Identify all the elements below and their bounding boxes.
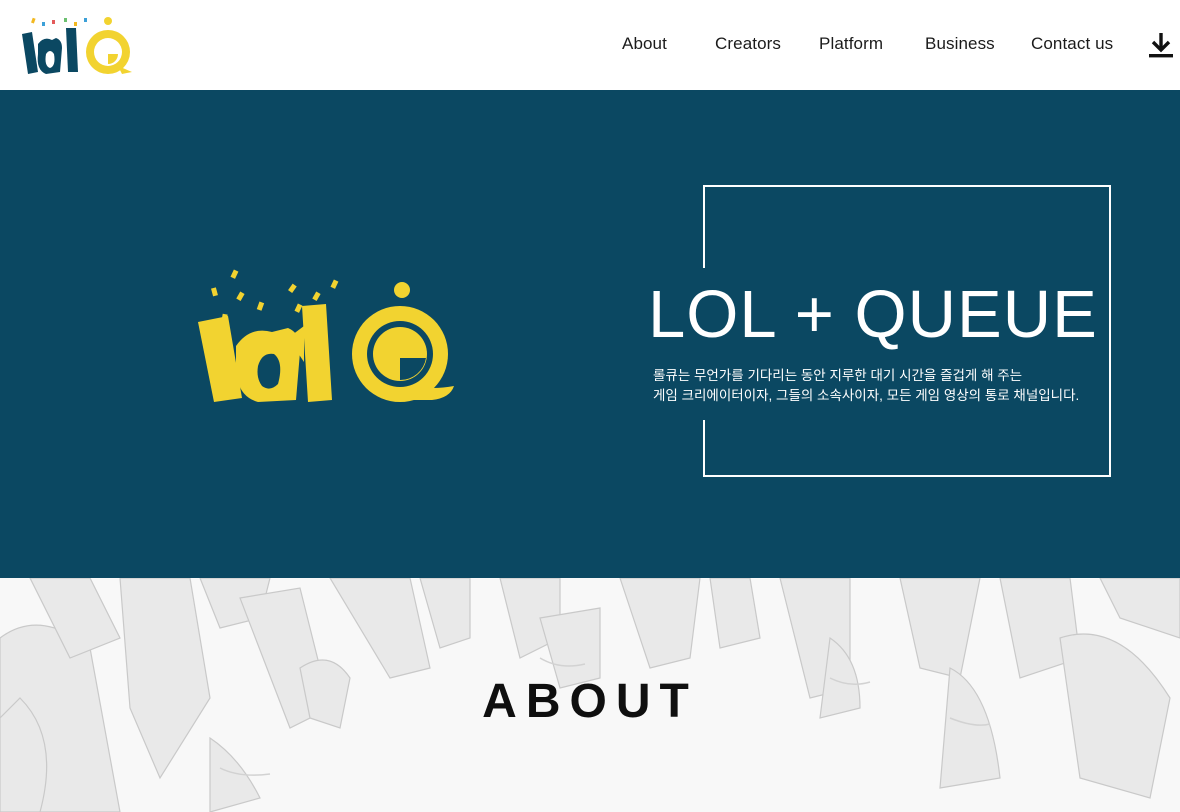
nav-item-platform[interactable]: Platform	[819, 34, 883, 54]
hero-section: LOL + QUEUE 롤큐는 무언가를 기다리는 동안 지루한 대기 시간을 …	[0, 90, 1180, 578]
hero-description-line: 게임 크리에이터이자, 그들의 소속사이자, 모든 게임 영상의 통로 채널입니…	[653, 388, 1080, 403]
download-icon[interactable]	[1148, 31, 1174, 59]
nav-item-contact-us[interactable]: Contact us	[1031, 34, 1113, 54]
about-section: ABOUT	[0, 578, 1180, 812]
hero-title: LOL + QUEUE	[648, 277, 1098, 352]
nav-item-about[interactable]: About	[622, 34, 667, 54]
main-nav: About Creators Platform Business Contact…	[0, 0, 1180, 90]
site-header: About Creators Platform Business Contact…	[0, 0, 1180, 90]
about-title: ABOUT	[482, 675, 698, 728]
hero-description: 롤큐는 무언가를 기다리는 동안 지루한 대기 시간을 즐겁게 해 주는 게임 …	[653, 366, 1093, 406]
hero-description-line: 롤큐는 무언가를 기다리는 동안 지루한 대기 시간을 즐겁게 해 주는	[653, 368, 1023, 383]
nav-item-business[interactable]: Business	[925, 34, 995, 54]
nav-item-creators[interactable]: Creators	[715, 34, 781, 54]
lolq-hero-logo	[198, 269, 454, 402]
